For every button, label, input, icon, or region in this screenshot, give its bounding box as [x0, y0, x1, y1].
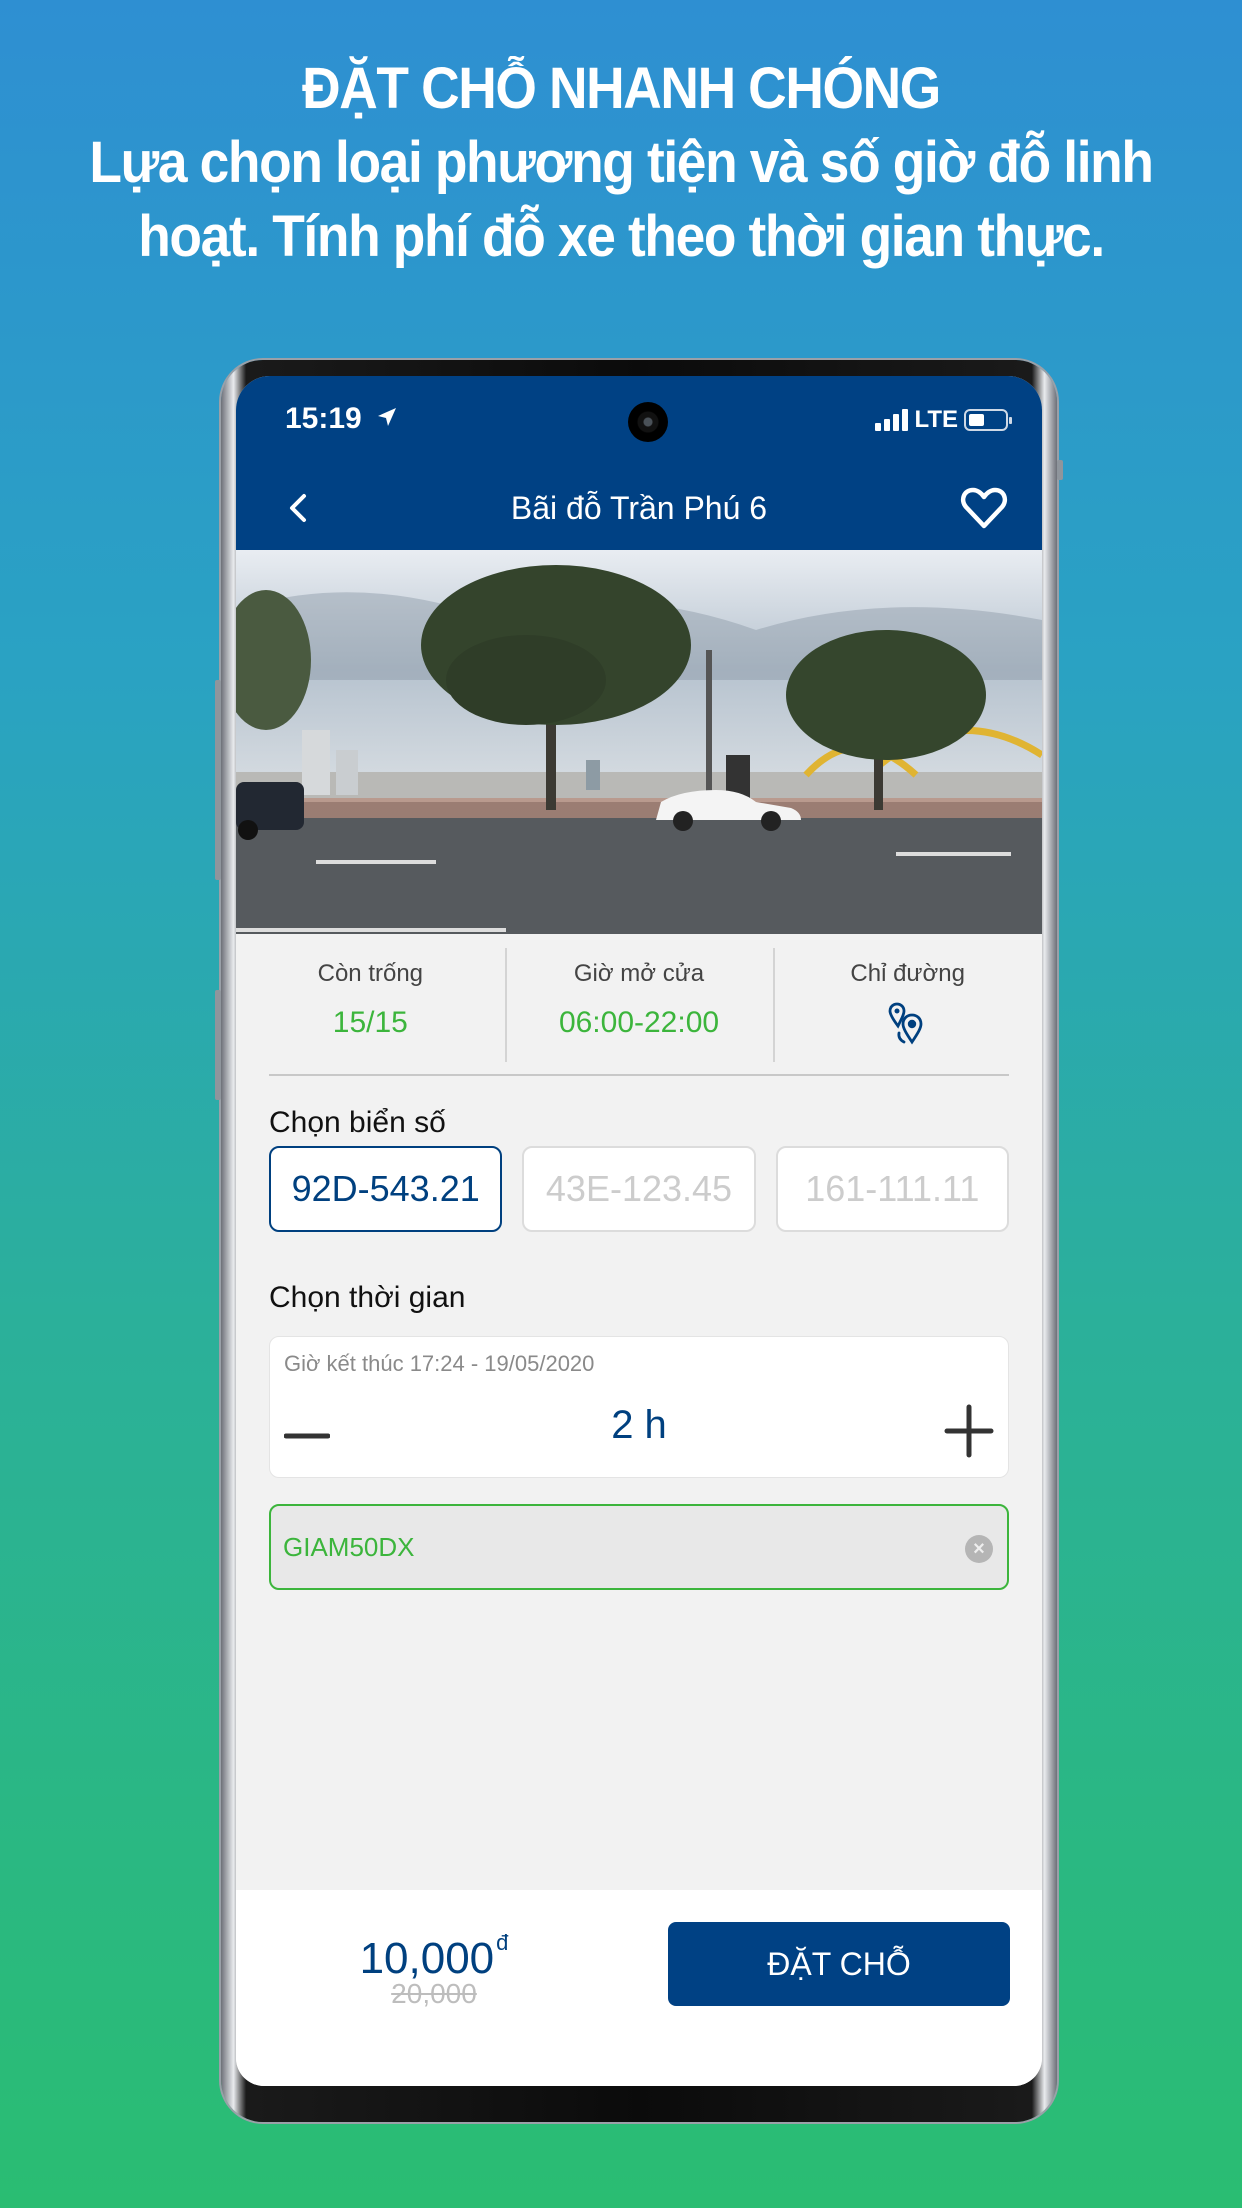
parking-photo: [236, 550, 1042, 934]
time-section-label: Chọn thời gian: [269, 1281, 466, 1314]
headline-title: ĐẶT CHỖ NHANH CHÓNG: [302, 56, 941, 121]
price-value: 10,000: [359, 1934, 495, 1983]
directions-label: Chỉ đường: [850, 960, 965, 987]
app-screen: 15:19 LTE Bãi đỗ Trần Phú 6 Còn trống 15…: [236, 376, 1042, 2086]
opening-hours-value: 06:00-22:00: [558, 1006, 720, 1039]
directions-button[interactable]: Chỉ đường: [773, 934, 1042, 1074]
favorite-heart-icon[interactable]: [958, 482, 1010, 534]
phone-frame: 15:19 LTE Bãi đỗ Trần Phú 6 Còn trống 15…: [215, 360, 1063, 2122]
page-title: Bãi đỗ Trần Phú 6: [510, 490, 768, 526]
checkout-bar: 10,000đ 20,000 ĐẶT CHỖ: [236, 1890, 1042, 2086]
network-type: LTE: [914, 406, 958, 433]
plate-section-label: Chọn biển số: [269, 1106, 446, 1139]
discounted-price: 10,000đ: [324, 1930, 544, 1984]
promo-code-field: ×: [269, 1504, 1009, 1590]
opening-hours-label: Giờ mở cửa: [573, 960, 705, 987]
status-bar: 15:19 LTE: [236, 376, 1042, 466]
battery-icon: [964, 409, 1012, 431]
available-spots: Còn trống 15/15: [236, 934, 505, 1074]
plate-option[interactable]: 92D-543.21: [269, 1146, 503, 1232]
available-spots-value: 15/15: [332, 1006, 408, 1039]
headline-line-1: Lựa chọn loại phương tiện và số giờ đỗ l…: [89, 130, 1154, 195]
price-block: 10,000đ 20,000: [324, 1930, 544, 2010]
clear-promo-icon[interactable]: ×: [965, 1535, 993, 1563]
plate-option[interactable]: 161-111.11: [775, 1146, 1009, 1232]
parking-info-row: Còn trống 15/15 Giờ mở cửa 06:00-22:00 C…: [236, 934, 1042, 1074]
opening-hours: Giờ mở cửa 06:00-22:00: [504, 934, 774, 1074]
duration-stepper: Giờ kết thúc 17:24 - 19/05/2020 2 h: [269, 1336, 1009, 1478]
currency-symbol: đ: [496, 1930, 509, 1955]
book-button[interactable]: ĐẶT CHỖ: [668, 1922, 1010, 2006]
signal-icon: [875, 409, 909, 431]
status-time: 15:19: [285, 402, 398, 436]
phone-side-button: [215, 680, 221, 880]
available-spots-label: Còn trống: [317, 960, 424, 987]
directions-pin-icon[interactable]: [886, 1002, 930, 1046]
end-time-text: Giờ kết thúc 17:24 - 19/05/2020: [284, 1351, 595, 1376]
status-time-text: 15:19: [285, 402, 362, 435]
original-price: 20,000: [391, 1978, 477, 2009]
plate-option[interactable]: 43E-123.45: [522, 1146, 756, 1232]
increase-duration-button[interactable]: [944, 1403, 994, 1459]
location-arrow-icon: [378, 408, 397, 426]
promo-headline: ĐẶT CHỖ NHANH CHÓNG Lựa chọn loại phương…: [50, 52, 1193, 274]
phone-side-button: [1057, 460, 1063, 480]
promo-code-input[interactable]: [283, 1506, 947, 1588]
front-camera: [628, 402, 668, 442]
phone-side-button: [215, 990, 221, 1100]
parking-photo-illustration: [236, 550, 1042, 934]
plate-selector: 92D-543.21 43E-123.45 161-111.11: [269, 1146, 1009, 1232]
headline-line-2: hoạt. Tính phí đỗ xe theo thời gian thực…: [138, 204, 1105, 269]
nav-bar: Bãi đỗ Trần Phú 6: [236, 466, 1042, 550]
duration-value: 2 h: [611, 1403, 667, 1447]
info-divider: [269, 1074, 1009, 1076]
